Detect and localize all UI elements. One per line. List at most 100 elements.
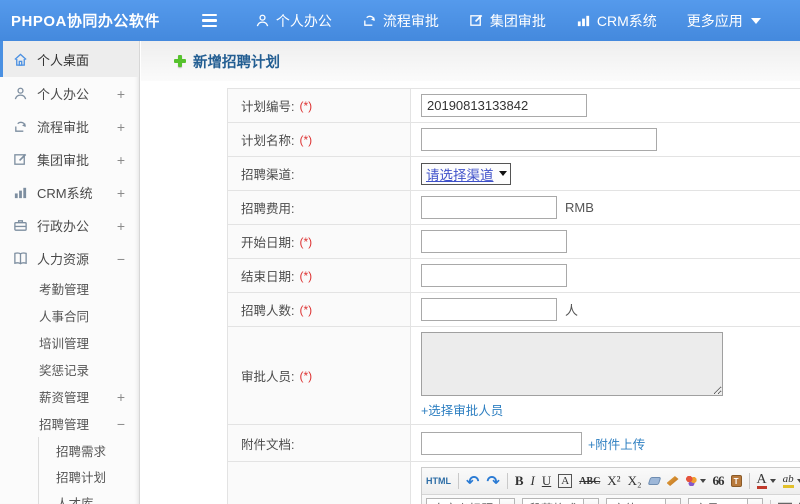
sidebar-item-label: 培训管理 xyxy=(39,337,90,351)
workflow-icon xyxy=(13,119,28,134)
blockquote-icon[interactable]: 66 xyxy=(713,473,725,489)
combo-caret-icon[interactable] xyxy=(583,499,599,504)
plan-number-input[interactable] xyxy=(421,94,587,117)
sidebar-item-label: 薪资管理 xyxy=(39,391,90,405)
sidebar-item-admin-office[interactable]: 行政办公 + xyxy=(0,209,139,242)
start-date-input[interactable] xyxy=(421,230,567,253)
workflow-icon xyxy=(362,13,377,28)
combo-caret-icon[interactable] xyxy=(499,499,515,504)
sidebar-item-hr-contract[interactable]: 人事合同 xyxy=(0,302,139,329)
italic-button[interactable]: I xyxy=(530,473,534,489)
expand-plus-icon[interactable]: + xyxy=(117,152,125,168)
sidebar-item-training[interactable]: 培训管理 xyxy=(0,329,139,356)
required-mark: (*) xyxy=(299,234,313,249)
sidebar-item-label: 个人桌面 xyxy=(37,52,90,68)
attachment-upload-link[interactable]: +附件上传 xyxy=(588,434,645,453)
form-row-headcount: 招聘人数: (*) 人 xyxy=(228,293,800,327)
paragraph-format-combo[interactable]: 段落格式 xyxy=(522,498,600,504)
end-date-input[interactable] xyxy=(421,264,567,287)
chart-icon xyxy=(576,13,591,28)
headcount-input[interactable] xyxy=(421,298,557,321)
redo-icon[interactable]: ↷ xyxy=(486,472,499,491)
page-title-bar: 新增招聘计划 xyxy=(141,41,800,81)
expand-plus-icon[interactable]: + xyxy=(117,389,125,405)
recruit-plan-form: 计划编号: (*) 计划名称: (*) 招聘渠道: 请选择 xyxy=(227,88,800,504)
underline-button[interactable]: U xyxy=(542,473,551,489)
fee-input[interactable] xyxy=(421,196,557,219)
superscript-button[interactable]: X² xyxy=(607,473,620,489)
field-label: 开始日期: (*) xyxy=(228,225,411,258)
sidebar-item-personal-office[interactable]: 个人办公 + xyxy=(0,77,139,110)
eraser-icon[interactable] xyxy=(647,477,661,485)
nav-personal-office[interactable]: 个人办公 xyxy=(255,11,332,31)
sidebar-item-crm[interactable]: CRM系统 + xyxy=(0,176,139,209)
attachment-input[interactable] xyxy=(421,431,582,455)
nav-item-label: CRM系统 xyxy=(596,12,657,29)
nav-crm-system[interactable]: CRM系统 xyxy=(576,11,657,31)
sidebar-item-attendance[interactable]: 考勤管理 xyxy=(0,275,139,302)
sidebar-item-label: 人力资源 xyxy=(37,252,90,267)
sidebar-item-recruit-plan[interactable]: 招聘计划 xyxy=(39,463,139,489)
auto-typeset-icon[interactable] xyxy=(685,476,706,486)
expand-plus-icon[interactable]: + xyxy=(117,185,125,201)
sidebar-item-label: 招聘管理 xyxy=(39,418,90,432)
sidebar-item-label: 集团审批 xyxy=(37,153,90,168)
channel-select[interactable]: 请选择渠道 xyxy=(421,162,511,185)
combo-caret-icon[interactable] xyxy=(747,499,763,504)
format-painter-icon[interactable] xyxy=(666,476,679,486)
nav-workflow-approval[interactable]: 流程审批 xyxy=(362,11,439,31)
form-row-start-date: 开始日期: (*) xyxy=(228,225,800,259)
edit-icon xyxy=(469,13,484,28)
expand-plus-icon[interactable]: + xyxy=(117,218,125,234)
bold-button[interactable]: B xyxy=(515,473,524,489)
expand-plus-icon[interactable]: + xyxy=(117,86,125,102)
font-color-button[interactable]: A xyxy=(756,472,776,489)
sidebar-item-personal-desktop[interactable]: 个人桌面 xyxy=(0,41,139,77)
sidebar-item-salary[interactable]: 薪资管理 + xyxy=(0,383,139,410)
sidebar-item-talent-pool[interactable]: 人才库 xyxy=(39,489,139,504)
font-family-combo[interactable]: 字体 xyxy=(606,498,682,504)
sidebar-item-label: 奖惩记录 xyxy=(39,364,90,378)
choose-approver-link[interactable]: +选择审批人员 xyxy=(421,400,503,419)
sidebar-item-hr[interactable]: 人力资源 − xyxy=(0,242,139,275)
custom-title-combo[interactable]: 自定义标题 xyxy=(426,498,516,504)
field-label: 计划编号: (*) xyxy=(228,89,411,122)
form-row-fee: 招聘费用: RMB xyxy=(228,191,800,225)
font-style-button[interactable]: A xyxy=(558,474,573,488)
page-title: 新增招聘计划 xyxy=(193,54,280,71)
select-caret-icon xyxy=(498,171,507,176)
combo-caret-icon[interactable] xyxy=(665,499,681,504)
paste-text-icon[interactable]: T xyxy=(730,475,742,487)
sidebar-item-workflow-approval[interactable]: 流程审批 + xyxy=(0,110,139,143)
hamburger-icon[interactable] xyxy=(201,13,217,28)
sidebar-item-rewards[interactable]: 奖惩记录 xyxy=(0,356,139,383)
person-icon xyxy=(13,86,28,101)
expand-plus-icon[interactable]: + xyxy=(117,119,125,135)
required-mark: (*) xyxy=(299,368,313,383)
font-size-combo[interactable]: 字号 xyxy=(688,498,764,504)
sidebar-item-group-approval[interactable]: 集团审批 + xyxy=(0,143,139,176)
plan-name-input[interactable] xyxy=(421,128,657,151)
recruit-submenu: 招聘需求 招聘计划 人才库 xyxy=(38,437,139,504)
collapse-minus-icon[interactable]: − xyxy=(117,416,125,432)
collapse-minus-icon[interactable]: − xyxy=(117,251,125,267)
form-row-approver: 审批人员: (*) +选择审批人员 xyxy=(228,327,800,425)
html-source-button[interactable]: HTML xyxy=(426,476,451,486)
caret-down-icon xyxy=(750,17,761,24)
sidebar-item-label: 个人办公 xyxy=(37,87,90,102)
sidebar-item-recruit-mgmt[interactable]: 招聘管理 − xyxy=(0,410,139,437)
home-icon xyxy=(13,52,28,67)
chart-icon xyxy=(13,185,28,200)
subscript-button[interactable]: X₂ xyxy=(628,473,642,489)
strikethrough-button[interactable]: ABC xyxy=(579,476,600,487)
nav-more-apps[interactable]: 更多应用 xyxy=(687,11,761,31)
nav-group-approval[interactable]: 集团审批 xyxy=(469,11,546,31)
edit-icon xyxy=(13,152,28,167)
sidebar-item-label: 人才库 xyxy=(56,496,94,504)
highlight-color-button[interactable]: ab xyxy=(782,474,800,488)
fee-unit: RMB xyxy=(565,200,594,215)
sidebar-item-recruit-demand[interactable]: 招聘需求 xyxy=(39,437,139,463)
sidebar-item-label: 招聘计划 xyxy=(56,470,107,485)
approver-textarea[interactable] xyxy=(421,332,723,396)
undo-icon[interactable]: ↶ xyxy=(466,472,479,491)
